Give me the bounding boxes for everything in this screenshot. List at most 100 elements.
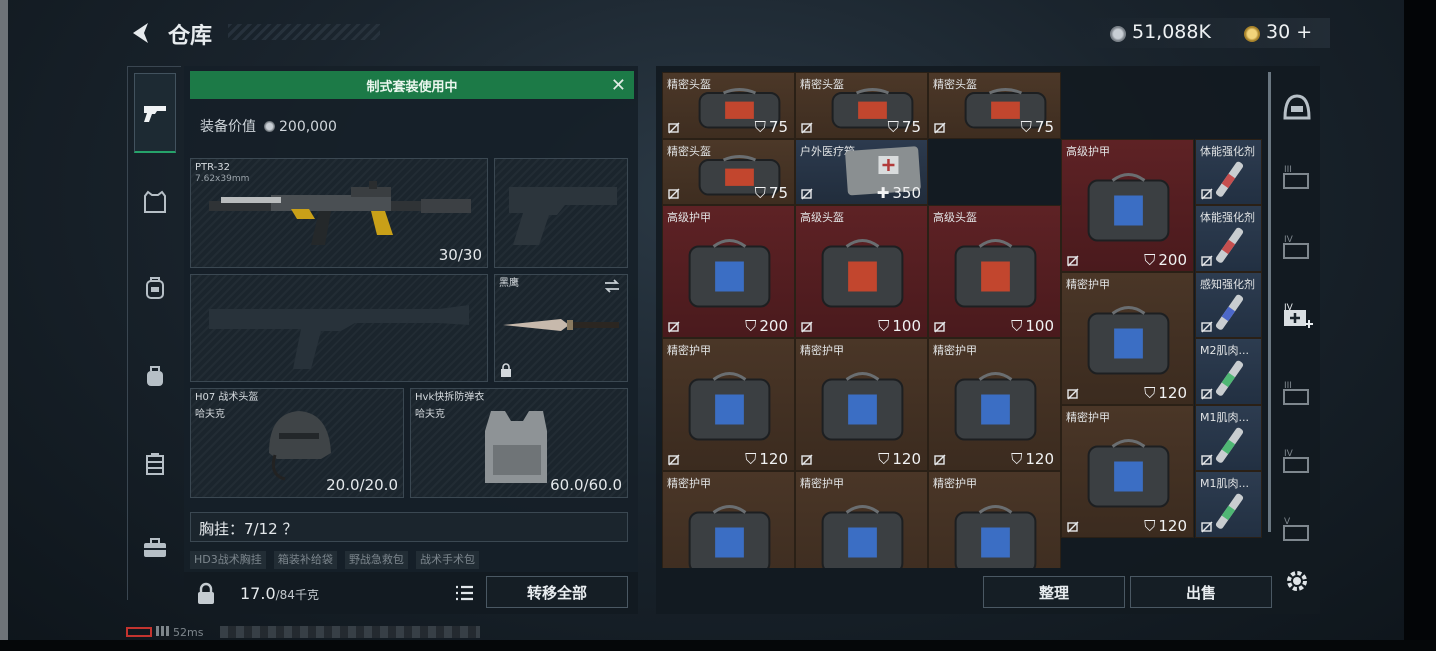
storage-item[interactable]: 户外医疗箱 ✚ 350 (795, 138, 928, 205)
storage-item[interactable]: M2肌肉... (1195, 338, 1262, 405)
rifle-image (209, 181, 471, 245)
no-insure-icon (668, 122, 680, 133)
kit-banner: 制式套装使用中 ✕ (190, 71, 634, 99)
storage-item[interactable]: 精密护甲 (928, 471, 1061, 568)
no-insure-icon (801, 454, 813, 466)
money-amount: 51,088K (1132, 21, 1211, 43)
nav-bag[interactable] (134, 355, 176, 397)
swap-icon[interactable] (603, 279, 621, 293)
chest-rig-row[interactable]: 胸挂：7/12 ？ (190, 512, 628, 542)
storage-item[interactable]: 精密头盔 ⛉ 75 (662, 138, 795, 205)
container-iii-b-icon[interactable]: III (1280, 376, 1314, 410)
no-insure-icon (934, 454, 946, 466)
body-armor-slot[interactable]: Hvk快拆防弹衣 哈夫克 60.0/60.0 (410, 388, 628, 498)
shield-icon: ⛉ (887, 117, 899, 136)
back-arrow-icon[interactable] (128, 20, 154, 46)
page-title: 仓库 (168, 24, 213, 49)
shield-icon: ⛉ (754, 117, 766, 136)
no-insure-icon (1201, 255, 1213, 266)
rifle-silhouette-icon (209, 305, 469, 369)
container-iii-icon[interactable]: III (1280, 160, 1314, 194)
gear-icon[interactable] (1280, 564, 1314, 598)
item-value-number: 120 (1158, 383, 1187, 402)
ping-text: 52ms (173, 626, 204, 639)
medkit-iv-icon[interactable]: IV (1280, 298, 1314, 332)
no-insure-icon (1201, 521, 1213, 532)
armor-brand: 哈夫克 (415, 409, 445, 420)
shield-icon: ⛉ (1011, 450, 1023, 468)
nav-weapons[interactable] (134, 73, 176, 153)
nav-armor[interactable] (134, 181, 176, 223)
lock-icon (501, 363, 511, 377)
loadout-footer: 17.0/84千克 转移全部 (184, 572, 638, 614)
no-insure-icon (801, 122, 813, 133)
list-icon[interactable] (450, 580, 478, 606)
shield-icon: ⛉ (1020, 117, 1032, 136)
storage-item[interactable]: 精密护甲 ⛉ 120 (662, 338, 795, 471)
storage-item[interactable]: 体能强化剂 (1195, 205, 1262, 272)
nav-case[interactable] (134, 443, 176, 485)
helmet-slot[interactable]: H07 战术头盔 哈夫克 20.0/20.0 (190, 388, 404, 498)
storage-item[interactable]: 精密护甲 (662, 471, 795, 568)
gold-amount[interactable]: 30 + (1266, 21, 1312, 43)
storage-item[interactable]: 精密护甲 ⛉ 120 (1061, 271, 1194, 405)
chip: 箱装补给袋 (273, 551, 337, 569)
plus-icon: ✚ (876, 184, 890, 202)
no-insure-icon (1201, 188, 1213, 200)
storage-item[interactable]: 精密头盔 ⛉ 75 (795, 72, 928, 139)
no-insure-icon (934, 321, 946, 333)
shield-icon: ⛉ (1144, 383, 1156, 402)
nav-backpack[interactable] (134, 267, 176, 309)
melee-slot[interactable]: 黑鹰 (494, 274, 628, 382)
helmet-category-icon[interactable] (1280, 90, 1314, 124)
item-value-number: 120 (1158, 516, 1187, 535)
transfer-all-button[interactable]: 转移全部 (486, 576, 628, 608)
lock-icon[interactable] (192, 582, 220, 606)
nav-toolbox[interactable] (134, 527, 176, 569)
storage-item[interactable]: 高级头盔 ⛉ 100 (795, 205, 928, 338)
storage-item[interactable]: 精密护甲 ⛉ 120 (795, 338, 928, 471)
container-v-icon[interactable]: V (1280, 512, 1314, 546)
storage-scrollbar[interactable] (1268, 72, 1271, 532)
storage-item[interactable]: 高级头盔 ⛉ 100 (928, 205, 1061, 338)
close-icon[interactable]: ✕ (611, 75, 626, 96)
storage-item[interactable]: 精密护甲 (795, 471, 928, 568)
armor-bag-image (954, 505, 1037, 568)
container-iv-icon[interactable]: IV (1280, 230, 1314, 264)
carry-weight: 17.0/84千克 (240, 584, 319, 603)
item-value-number: 350 (892, 184, 921, 202)
storage-item[interactable]: 高级护甲 ⛉ 200 (662, 205, 795, 338)
sort-button[interactable]: 整理 (983, 576, 1125, 608)
storage-item[interactable]: 精密护甲 ⛉ 120 (1061, 404, 1194, 538)
no-insure-icon (668, 188, 680, 200)
storage-item[interactable]: 高级护甲 ⛉ 200 (1061, 138, 1194, 272)
item-value: ⛉ 75 (755, 184, 788, 202)
primary-weapon-slot[interactable]: PTR-32 7.62x39mm 30/30 (190, 158, 488, 268)
storage-item[interactable]: M1肌肉... (1195, 471, 1262, 538)
container-iv-b-icon[interactable]: IV (1280, 444, 1314, 478)
chest-rig-chips: HD3战术胸挂 箱装补给袋 野战急救包 战术手术包 (190, 548, 630, 570)
sell-button[interactable]: 出售 (1130, 576, 1272, 608)
item-value-number: 75 (901, 117, 921, 136)
shield-icon: ⛉ (1011, 317, 1023, 335)
item-value: ⛉ 200 (745, 317, 788, 335)
storage-item[interactable]: 精密头盔 ⛉ 75 (928, 72, 1061, 139)
storage-item[interactable]: 精密护甲 ⛉ 120 (928, 338, 1061, 471)
item-value: ⛉ 75 (888, 118, 921, 136)
storage-item[interactable]: M1肌肉... (1195, 404, 1262, 471)
secondary-rifle-slot[interactable] (190, 274, 488, 382)
helmet-durability: 20.0/20.0 (326, 476, 398, 494)
item-value: ⛉ 120 (878, 450, 921, 468)
storage-item[interactable]: 感知强化剂 (1195, 271, 1262, 338)
right-nav: III IV IV III IV V (1274, 80, 1320, 600)
equipment-value-amount: 200,000 (279, 119, 337, 135)
coin-icon (1110, 26, 1126, 42)
no-insure-icon (1201, 454, 1213, 466)
secondary-weapon-slot[interactable] (494, 158, 628, 268)
item-value: ✚ 350 (877, 184, 921, 202)
item-value: ⛉ 100 (1011, 317, 1054, 335)
storage-item[interactable]: 精密头盔 ⛉ 75 (662, 72, 795, 139)
briefcase-icon (144, 538, 166, 557)
storage-item[interactable]: 体能强化剂 (1195, 138, 1262, 205)
title-decoration (228, 24, 380, 40)
